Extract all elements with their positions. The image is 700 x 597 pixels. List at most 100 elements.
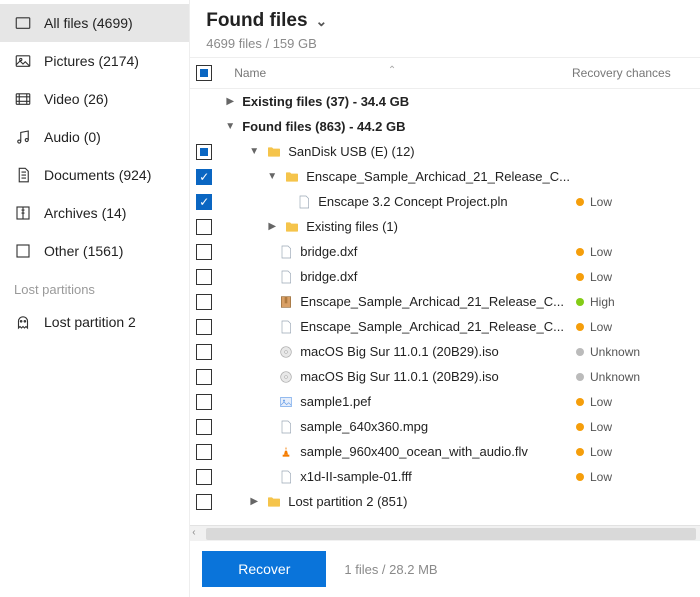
sidebar-section-lost: Lost partitions — [0, 270, 189, 303]
status-dot-icon — [576, 448, 584, 456]
folder-name: SanDisk USB (E) (12) — [288, 144, 570, 159]
row-checkbox[interactable] — [196, 394, 212, 410]
video-icon — [14, 90, 32, 108]
disc-icon — [278, 344, 294, 360]
column-recovery[interactable]: Recovery chances — [572, 66, 692, 80]
file-row[interactable]: sample_640x360.mpg Low — [190, 414, 700, 439]
sidebar-item-label: Documents (924) — [44, 167, 151, 183]
column-header: ⌃ Name Recovery chances — [190, 57, 700, 89]
file-row[interactable]: sample1.pef Low — [190, 389, 700, 414]
expand-icon[interactable]: ▶ — [266, 221, 278, 232]
status-dot-icon — [576, 423, 584, 431]
scroll-thumb[interactable] — [206, 528, 696, 540]
status-dot-icon — [576, 398, 584, 406]
file-row[interactable]: bridge.dxf Low — [190, 239, 700, 264]
file-row[interactable]: macOS Big Sur 11.0.1 (20B29).iso Unknown — [190, 364, 700, 389]
file-row[interactable]: macOS Big Sur 11.0.1 (20B29).iso Unknown — [190, 339, 700, 364]
folder-row-enscape[interactable]: ▼ Enscape_Sample_Archicad_21_Release_C..… — [190, 164, 700, 189]
audio-icon — [14, 128, 32, 146]
group-row-existing[interactable]: ▶ Existing files (37) - 34.4 GB — [190, 89, 700, 114]
sidebar-item-pictures[interactable]: Pictures (2174) — [0, 42, 189, 80]
archives-icon — [14, 204, 32, 222]
file-row[interactable]: Enscape_Sample_Archicad_21_Release_C... … — [190, 289, 700, 314]
file-row[interactable]: bridge.dxf Low — [190, 264, 700, 289]
row-checkbox[interactable] — [196, 469, 212, 485]
header-subtitle: 4699 files / 159 GB — [206, 36, 684, 51]
page-title[interactable]: Found files ⌄ — [206, 10, 684, 32]
chevron-down-icon: ⌄ — [316, 13, 328, 30]
footer: Recover 1 files / 28.2 MB — [190, 541, 700, 597]
folder-row-lost-partition[interactable]: ▶ Lost partition 2 (851) — [190, 489, 700, 514]
expand-icon[interactable]: ▶ — [248, 496, 260, 507]
folder-name: Existing files (1) — [306, 219, 570, 234]
status-dot-icon — [576, 273, 584, 281]
file-name: bridge.dxf — [300, 244, 570, 259]
sidebar-item-audio[interactable]: Audio (0) — [0, 118, 189, 156]
row-checkbox[interactable] — [196, 419, 212, 435]
row-checkbox[interactable] — [196, 144, 212, 160]
folder-row-usb[interactable]: ▼ SanDisk USB (E) (12) — [190, 139, 700, 164]
status-dot-icon — [576, 248, 584, 256]
sidebar-item-lost-partition-2[interactable]: Lost partition 2 — [0, 303, 189, 341]
row-checkbox[interactable] — [196, 244, 212, 260]
sidebar-item-label: All files (4699) — [44, 15, 133, 31]
horizontal-scrollbar[interactable]: ‹ — [190, 525, 700, 541]
file-name: x1d-II-sample-01.fff — [300, 469, 570, 484]
group-row-found[interactable]: ▼ Found files (863) - 44.2 GB — [190, 114, 700, 139]
sort-arrow-icon: ⌃ — [388, 65, 396, 76]
sidebar-item-other[interactable]: Other (1561) — [0, 232, 189, 270]
collapse-icon[interactable]: ▼ — [224, 121, 236, 132]
row-checkbox[interactable] — [196, 344, 212, 360]
row-checkbox[interactable] — [196, 294, 212, 310]
file-row[interactable]: sample_960x400_ocean_with_audio.flv Low — [190, 439, 700, 464]
other-icon — [14, 242, 32, 260]
file-name: Enscape_Sample_Archicad_21_Release_C... — [300, 294, 570, 309]
row-checkbox[interactable] — [196, 219, 212, 235]
scroll-left-icon[interactable]: ‹ — [192, 527, 195, 538]
file-row[interactable]: Enscape_Sample_Archicad_21_Release_C... … — [190, 314, 700, 339]
row-checkbox[interactable] — [196, 269, 212, 285]
file-icon — [278, 319, 294, 335]
status-dot-icon — [576, 198, 584, 206]
sidebar-item-label: Other (1561) — [44, 243, 123, 259]
sidebar-item-label: Video (26) — [44, 91, 108, 107]
column-name[interactable]: ⌃ Name — [212, 66, 572, 80]
file-row[interactable]: Enscape 3.2 Concept Project.pln Low — [190, 189, 700, 214]
sidebar-item-video[interactable]: Video (26) — [0, 80, 189, 118]
group-label: Found files (863) - 44.2 GB — [242, 119, 570, 134]
expand-icon[interactable]: ▶ — [224, 96, 236, 107]
sidebar-item-archives[interactable]: Archives (14) — [0, 194, 189, 232]
status-dot-icon — [576, 348, 584, 356]
vlc-icon — [278, 444, 294, 460]
row-checkbox[interactable] — [196, 444, 212, 460]
row-checkbox[interactable] — [196, 319, 212, 335]
pictures-icon — [14, 52, 32, 70]
file-rows[interactable]: ▶ Existing files (37) - 34.4 GB ▼ Found … — [190, 89, 700, 525]
file-icon — [296, 194, 312, 210]
sidebar: All files (4699) Pictures (2174) Video (… — [0, 0, 190, 597]
sidebar-item-documents[interactable]: Documents (924) — [0, 156, 189, 194]
folder-row-existing-1[interactable]: ▶ Existing files (1) — [190, 214, 700, 239]
file-name: Enscape_Sample_Archicad_21_Release_C... — [300, 319, 570, 334]
row-checkbox[interactable] — [196, 494, 212, 510]
group-label: Existing files (37) - 34.4 GB — [242, 94, 570, 109]
footer-status: 1 files / 28.2 MB — [344, 562, 437, 577]
status-dot-icon — [576, 298, 584, 306]
recover-button[interactable]: Recover — [202, 551, 326, 587]
row-checkbox[interactable] — [196, 369, 212, 385]
row-checkbox[interactable] — [196, 169, 212, 185]
file-name: macOS Big Sur 11.0.1 (20B29).iso — [300, 369, 570, 384]
collapse-icon[interactable]: ▼ — [248, 146, 260, 157]
sidebar-item-label: Audio (0) — [44, 129, 101, 145]
file-name: bridge.dxf — [300, 269, 570, 284]
collapse-icon[interactable]: ▼ — [266, 171, 278, 182]
sidebar-item-all-files[interactable]: All files (4699) — [0, 4, 189, 42]
title-text: Found files — [206, 10, 307, 32]
select-all-checkbox[interactable] — [196, 65, 212, 81]
folder-name: Enscape_Sample_Archicad_21_Release_C... — [306, 169, 570, 184]
row-checkbox[interactable] — [196, 194, 212, 210]
file-row[interactable]: x1d-II-sample-01.fff Low — [190, 464, 700, 489]
file-icon — [278, 269, 294, 285]
status-dot-icon — [576, 323, 584, 331]
folder-icon — [284, 169, 300, 185]
